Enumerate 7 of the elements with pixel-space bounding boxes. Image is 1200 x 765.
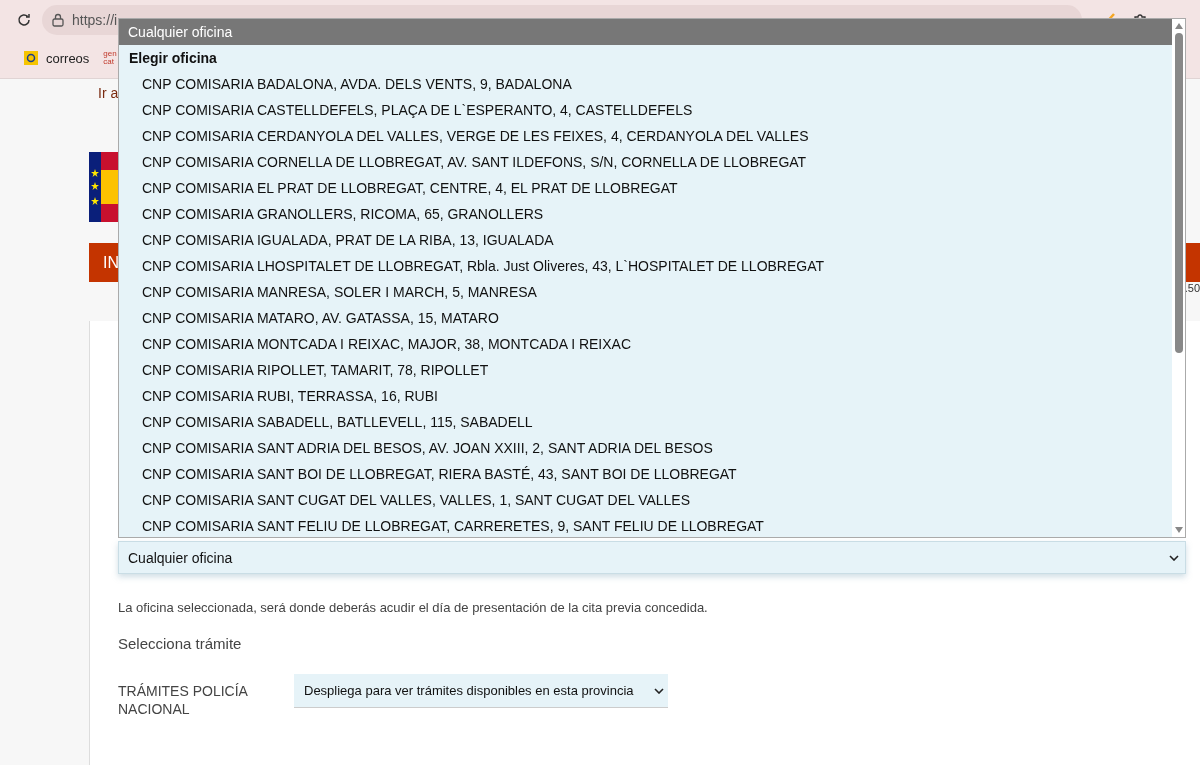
side-text: .50 [1184,282,1200,296]
url-text: https://i [72,12,118,28]
banner-text: IN [102,253,119,272]
section-title: Selecciona trámite [118,635,243,652]
option-group-label: Elegir oficina [128,49,218,68]
field-label: TRÁMITES POLICÍA NACIONAL [118,682,249,718]
office-note: La oficina seleccionada, será donde deberás acudir el día de presentación de la cita previa concedida. [118,600,709,615]
